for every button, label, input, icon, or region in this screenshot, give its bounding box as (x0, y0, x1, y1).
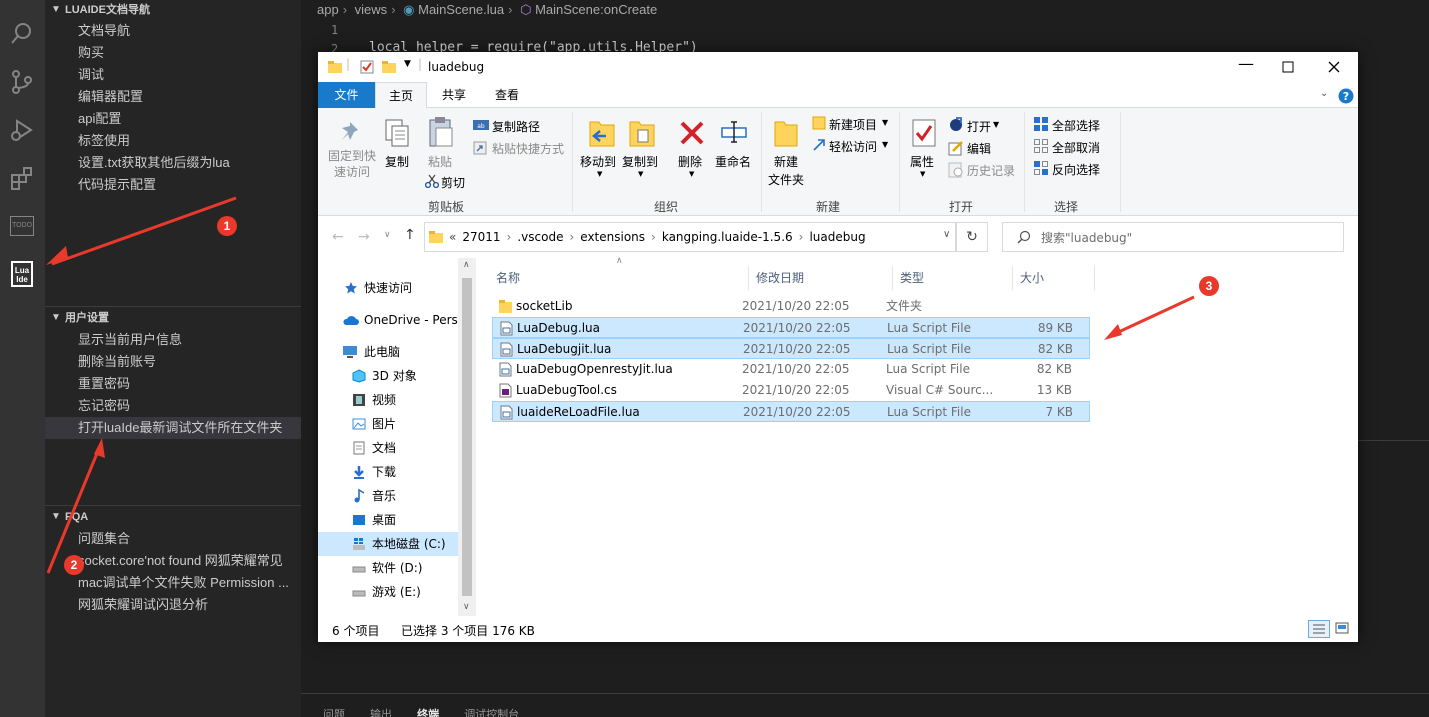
annotation-badge-1: 1 (217, 216, 237, 236)
annotation-arrow-2 (46, 445, 102, 574)
annotation-badge-3: 3 (1199, 276, 1219, 296)
annotation-arrow-3 (1109, 295, 1195, 338)
annotation-overlay (46, 196, 1195, 574)
annotation-arrowhead-3 (1104, 324, 1122, 340)
annotation-badge-2: 2 (64, 555, 84, 575)
annotation-arrow-1 (51, 196, 237, 266)
